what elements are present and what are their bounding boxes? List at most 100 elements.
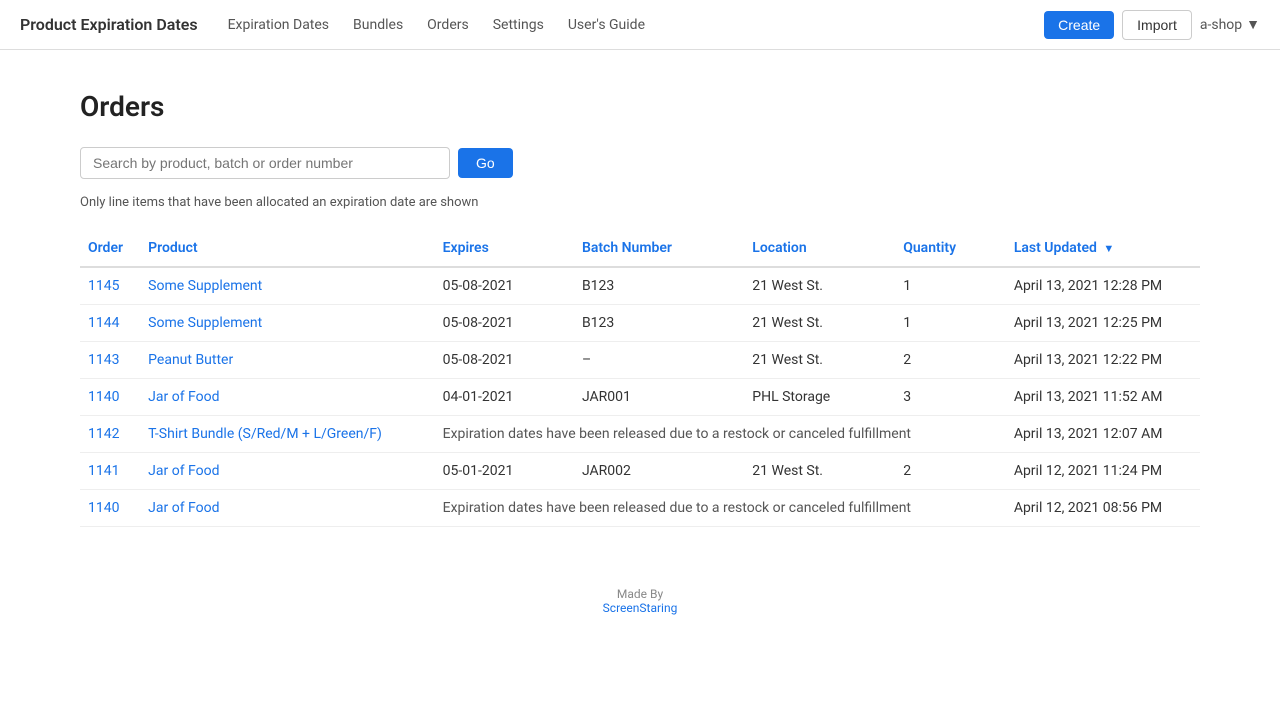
cell-location: 21 West St.	[744, 342, 895, 379]
cell-order: 1140	[80, 379, 140, 416]
nav-bundles[interactable]: Bundles	[353, 17, 403, 33]
cell-last-updated: April 13, 2021 12:22 PM	[1006, 342, 1200, 379]
navbar: Product Expiration Dates Expiration Date…	[0, 0, 1280, 50]
cell-batch-number: JAR001	[574, 379, 744, 416]
note-text: Only line items that have been allocated…	[80, 195, 1200, 210]
col-location[interactable]: Location	[744, 230, 895, 267]
table-header: Order Product Expires Batch Number Locat…	[80, 230, 1200, 267]
cell-location: 21 West St.	[744, 267, 895, 305]
cell-location: PHL Storage	[744, 379, 895, 416]
order-link[interactable]: 1140	[88, 389, 119, 405]
cell-product: Some Supplement	[140, 267, 435, 305]
chevron-down-icon: ▼	[1246, 16, 1260, 33]
cell-product: Some Supplement	[140, 305, 435, 342]
cell-order: 1140	[80, 490, 140, 527]
cell-order: 1144	[80, 305, 140, 342]
cell-quantity: 1	[895, 267, 1006, 305]
product-link[interactable]: Jar of Food	[148, 500, 219, 516]
nav-expiration-dates[interactable]: Expiration Dates	[228, 17, 329, 33]
product-link[interactable]: Jar of Food	[148, 389, 219, 405]
cell-last-updated: April 12, 2021 11:24 PM	[1006, 453, 1200, 490]
go-button[interactable]: Go	[458, 148, 513, 178]
cell-quantity: 2	[895, 342, 1006, 379]
cell-product: Peanut Butter	[140, 342, 435, 379]
col-product-link[interactable]: Product	[148, 240, 197, 256]
col-location-link[interactable]: Location	[752, 240, 806, 256]
table-row: 1140 Jar of Food Expiration dates have b…	[80, 490, 1200, 527]
app-title: Product Expiration Dates	[20, 15, 198, 34]
cell-quantity: 1	[895, 305, 1006, 342]
order-link[interactable]: 1144	[88, 315, 119, 331]
page-title: Orders	[80, 90, 1200, 123]
table-body: 1145 Some Supplement 05-08-2021 B123 21 …	[80, 267, 1200, 527]
search-row: Go	[80, 147, 1200, 179]
col-batch-number[interactable]: Batch Number	[574, 230, 744, 267]
product-link[interactable]: T-Shirt Bundle (S/Red/M + L/Green/F)	[148, 426, 382, 442]
table-row: 1142 T-Shirt Bundle (S/Red/M + L/Green/F…	[80, 416, 1200, 453]
cell-order: 1143	[80, 342, 140, 379]
col-order-link[interactable]: Order	[88, 240, 123, 256]
col-batch-link[interactable]: Batch Number	[582, 240, 672, 256]
product-link[interactable]: Some Supplement	[148, 315, 262, 331]
footer: Made By ScreenStaring	[80, 587, 1200, 615]
cell-last-updated: April 13, 2021 12:07 AM	[1006, 416, 1200, 453]
cell-last-updated: April 12, 2021 08:56 PM	[1006, 490, 1200, 527]
order-link[interactable]: 1143	[88, 352, 119, 368]
sort-desc-icon: ▼	[1103, 242, 1114, 255]
cell-expires: 05-08-2021	[435, 305, 574, 342]
cell-message: Expiration dates have been released due …	[435, 416, 1006, 453]
col-expires[interactable]: Expires	[435, 230, 574, 267]
nav-users-guide[interactable]: User's Guide	[568, 17, 645, 33]
table-row: 1144 Some Supplement 05-08-2021 B123 21 …	[80, 305, 1200, 342]
order-link[interactable]: 1145	[88, 278, 119, 294]
cell-order: 1141	[80, 453, 140, 490]
cell-product: Jar of Food	[140, 379, 435, 416]
nav-links: Expiration Dates Bundles Orders Settings…	[228, 17, 1045, 33]
cell-last-updated: April 13, 2021 12:28 PM	[1006, 267, 1200, 305]
cell-quantity: 3	[895, 379, 1006, 416]
product-link[interactable]: Some Supplement	[148, 278, 262, 294]
cell-product: T-Shirt Bundle (S/Red/M + L/Green/F)	[140, 416, 435, 453]
shop-dropdown[interactable]: a-shop ▼	[1200, 16, 1260, 33]
col-quantity[interactable]: Quantity	[895, 230, 1006, 267]
shop-name: a-shop	[1200, 17, 1242, 33]
table-row: 1140 Jar of Food 04-01-2021 JAR001 PHL S…	[80, 379, 1200, 416]
cell-last-updated: April 13, 2021 11:52 AM	[1006, 379, 1200, 416]
col-last-updated[interactable]: Last Updated ▼	[1006, 230, 1200, 267]
navbar-actions: Create Import a-shop ▼	[1044, 10, 1260, 40]
table-row: 1141 Jar of Food 05-01-2021 JAR002 21 We…	[80, 453, 1200, 490]
cell-expires: 05-08-2021	[435, 267, 574, 305]
cell-location: 21 West St.	[744, 453, 895, 490]
nav-settings[interactable]: Settings	[493, 17, 544, 33]
col-product[interactable]: Product	[140, 230, 435, 267]
cell-expires: 04-01-2021	[435, 379, 574, 416]
cell-batch-number: B123	[574, 305, 744, 342]
main-content: Orders Go Only line items that have been…	[0, 50, 1280, 655]
cell-batch-number: JAR002	[574, 453, 744, 490]
order-link[interactable]: 1141	[88, 463, 119, 479]
cell-message: Expiration dates have been released due …	[435, 490, 1006, 527]
table-row: 1143 Peanut Butter 05-08-2021 – 21 West …	[80, 342, 1200, 379]
cell-expires: 05-01-2021	[435, 453, 574, 490]
search-input[interactable]	[80, 147, 450, 179]
order-link[interactable]: 1142	[88, 426, 119, 442]
table-row: 1145 Some Supplement 05-08-2021 B123 21 …	[80, 267, 1200, 305]
cell-quantity: 2	[895, 453, 1006, 490]
nav-orders[interactable]: Orders	[427, 17, 469, 33]
col-last-updated-link[interactable]: Last Updated ▼	[1014, 240, 1114, 256]
made-by-label: Made By	[80, 587, 1200, 601]
order-link[interactable]: 1140	[88, 500, 119, 516]
cell-product: Jar of Food	[140, 490, 435, 527]
cell-expires: 05-08-2021	[435, 342, 574, 379]
company-link[interactable]: ScreenStaring	[603, 601, 678, 615]
cell-batch-number: –	[574, 342, 744, 379]
product-link[interactable]: Peanut Butter	[148, 352, 233, 368]
cell-batch-number: B123	[574, 267, 744, 305]
col-order[interactable]: Order	[80, 230, 140, 267]
create-button[interactable]: Create	[1044, 11, 1114, 39]
product-link[interactable]: Jar of Food	[148, 463, 219, 479]
cell-order: 1145	[80, 267, 140, 305]
col-expires-link[interactable]: Expires	[443, 240, 489, 256]
import-button[interactable]: Import	[1122, 10, 1192, 40]
col-quantity-link[interactable]: Quantity	[903, 240, 956, 256]
